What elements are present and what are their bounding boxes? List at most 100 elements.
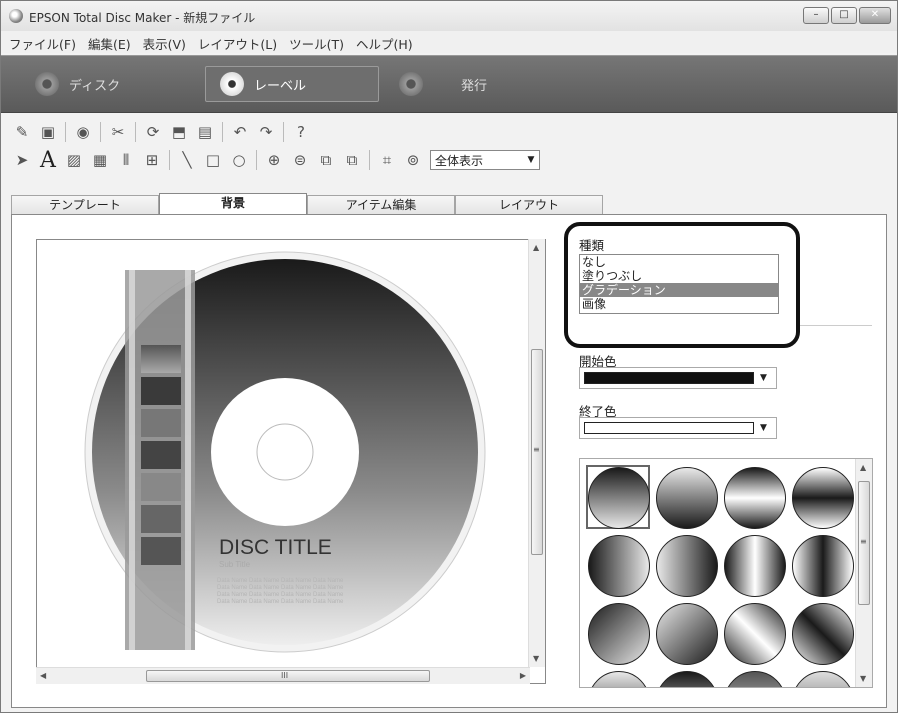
scroll-up-arrow[interactable]: ▲ [860, 463, 866, 472]
canvas-horizontal-scrollbar[interactable]: ◀ III ▶ [36, 667, 530, 684]
select-pointer-icon[interactable]: ➤ [13, 151, 31, 169]
film-strip-image [125, 270, 195, 650]
gradient-vertical-band-option[interactable] [724, 535, 786, 597]
import-icon[interactable]: ⟳ [144, 123, 162, 141]
export-icon[interactable]: ▤ [196, 123, 214, 141]
gradient-horizontal-option[interactable] [588, 535, 650, 597]
mode-disc-button[interactable]: ディスク [35, 66, 120, 102]
toolbar-separator [283, 122, 284, 142]
scroll-grip-icon: ≡ [533, 445, 540, 454]
capture-icon[interactable]: ⬒ [170, 123, 188, 141]
mode-bar: ディスク レーベル 発行 [1, 55, 897, 113]
image-tool-icon[interactable]: ▨ [65, 151, 83, 169]
scroll-left-arrow[interactable]: ◀ [40, 671, 46, 680]
gradient-diagonal-band-option[interactable] [724, 603, 786, 665]
disc-title[interactable]: DISC TITLE [219, 536, 332, 560]
save-icon[interactable]: ▣ [39, 123, 57, 141]
gradient-diagonal-option[interactable] [588, 603, 650, 665]
gradient-option[interactable] [656, 671, 718, 687]
zoom-value: 全体表示 [435, 153, 484, 168]
gradient-diagonal-dark-band-option[interactable] [792, 603, 854, 665]
menu-view[interactable]: 表示(V) [139, 31, 190, 53]
tab-background[interactable]: 背景 [159, 193, 307, 215]
main-toolbar: ✎ ▣ ◉ ✂ ⟳ ⬒ ▤ ↶ ↷ ? [1, 118, 310, 146]
scroll-right-arrow[interactable]: ▶ [520, 671, 526, 680]
line-tool-icon[interactable]: ╲ [178, 151, 196, 169]
toolbar-separator [65, 122, 66, 142]
mode-publish-button[interactable]: 発行 [399, 66, 487, 102]
chevron-down-icon: ▼ [760, 373, 767, 383]
print-disc-icon[interactable]: ◉ [74, 123, 92, 141]
minimize-button[interactable]: – [803, 7, 829, 24]
disc-view-icon[interactable]: ⊚ [404, 151, 422, 169]
canvas-vertical-scrollbar[interactable]: ▲ ≡ ▼ [528, 239, 545, 667]
mode-label-text: レーベル [254, 78, 307, 94]
close-button[interactable]: ✕ [859, 7, 891, 24]
align-icon[interactable]: ⊜ [291, 151, 309, 169]
gradient-vertical-reverse-option[interactable] [656, 467, 718, 529]
menu-layout[interactable]: レイアウト(L) [194, 31, 281, 53]
group-icon[interactable]: ⊕ [265, 151, 283, 169]
crop-icon[interactable]: ⌗ [378, 151, 396, 169]
gradient-option[interactable] [792, 671, 854, 687]
mode-label-button[interactable]: レーベル [205, 66, 379, 102]
disc-data-line: Data Name Data Name Data Name Data Name [217, 599, 344, 605]
gradient-diagonal-reverse-option[interactable] [656, 603, 718, 665]
help-icon[interactable]: ? [292, 123, 310, 141]
start-color-dropdown[interactable]: ▼ [579, 367, 777, 389]
end-color-dropdown[interactable]: ▼ [579, 417, 777, 439]
toolbar-separator [100, 122, 101, 142]
new-file-icon[interactable]: ✎ [13, 123, 31, 141]
mode-publish-label: 発行 [461, 78, 488, 94]
grid-tool-icon[interactable]: ▦ [91, 151, 109, 169]
tab-template[interactable]: テンプレート [11, 195, 159, 215]
scroll-grip-icon: III [281, 671, 289, 680]
disc-data-line: Data Name Data Name Data Name Data Name [217, 592, 344, 598]
disc-subtitle[interactable]: Sub Title [219, 560, 250, 569]
maximize-button[interactable]: □ [831, 7, 857, 24]
gradient-horizontal-band-option[interactable] [724, 467, 786, 529]
tree-tool-icon[interactable]: ⊞ [143, 151, 161, 169]
gradient-vertical-option[interactable] [588, 467, 650, 529]
toolbar-separator [135, 122, 136, 142]
drawing-toolbar: ➤ A ▨ ▦ ⦀ ⊞ ╲ □ ○ ⊕ ⊜ ⧉ ⧉ ⌗ ⊚ 全体表示 ▼ [1, 146, 540, 174]
chevron-down-icon: ▼ [760, 423, 767, 433]
text-tool-icon[interactable]: A [39, 148, 57, 173]
barcode-tool-icon[interactable]: ⦀ [117, 151, 135, 169]
disc-canvas[interactable]: DISC TITLE Sub Title Data Name Data Name… [36, 239, 546, 684]
gradient-scrollbar[interactable]: ▲ ≡ ▼ [855, 459, 872, 687]
scroll-up-arrow[interactable]: ▲ [533, 243, 539, 252]
wizard-icon[interactable]: ✂ [109, 123, 127, 141]
toolbar-separator [169, 150, 170, 170]
scroll-down-arrow[interactable]: ▼ [533, 654, 539, 663]
disc-data-block[interactable]: Data Name Data Name Data Name Data Name … [217, 578, 343, 606]
undo-icon[interactable]: ↶ [231, 123, 249, 141]
end-color-swatch [584, 422, 754, 434]
redo-icon[interactable]: ↷ [257, 123, 275, 141]
ellipse-tool-icon[interactable]: ○ [230, 151, 248, 169]
gradient-option[interactable] [588, 671, 650, 687]
bring-front-icon[interactable]: ⧉ [317, 151, 335, 169]
disc-mode-icon [35, 72, 59, 96]
scroll-down-arrow[interactable]: ▼ [860, 674, 866, 683]
title-bar: EPSON Total Disc Maker - 新規ファイル – □ ✕ [1, 1, 897, 31]
tab-item-edit[interactable]: アイテム編集 [307, 195, 455, 215]
section-divider [800, 325, 872, 326]
rectangle-tool-icon[interactable]: □ [204, 151, 222, 169]
gradient-vertical-dark-band-option[interactable] [792, 535, 854, 597]
gradient-dark-band-option[interactable] [792, 467, 854, 529]
tab-layout[interactable]: レイアウト [455, 195, 603, 215]
toolbar-separator [256, 150, 257, 170]
gradient-option[interactable] [724, 671, 786, 687]
highlight-ring-annotation [564, 222, 800, 348]
disc-data-line: Data Name Data Name Data Name Data Name [217, 578, 344, 584]
gradient-horizontal-reverse-option[interactable] [656, 535, 718, 597]
publish-mode-icon [399, 72, 423, 96]
send-back-icon[interactable]: ⧉ [343, 151, 361, 169]
menu-tools[interactable]: ツール(T) [285, 31, 348, 53]
menu-help[interactable]: ヘルプ(H) [352, 31, 417, 53]
start-color-swatch [584, 372, 754, 384]
menu-file[interactable]: ファイル(F) [5, 31, 80, 53]
menu-edit[interactable]: 編集(E) [84, 31, 135, 53]
zoom-dropdown[interactable]: 全体表示 ▼ [430, 150, 540, 170]
